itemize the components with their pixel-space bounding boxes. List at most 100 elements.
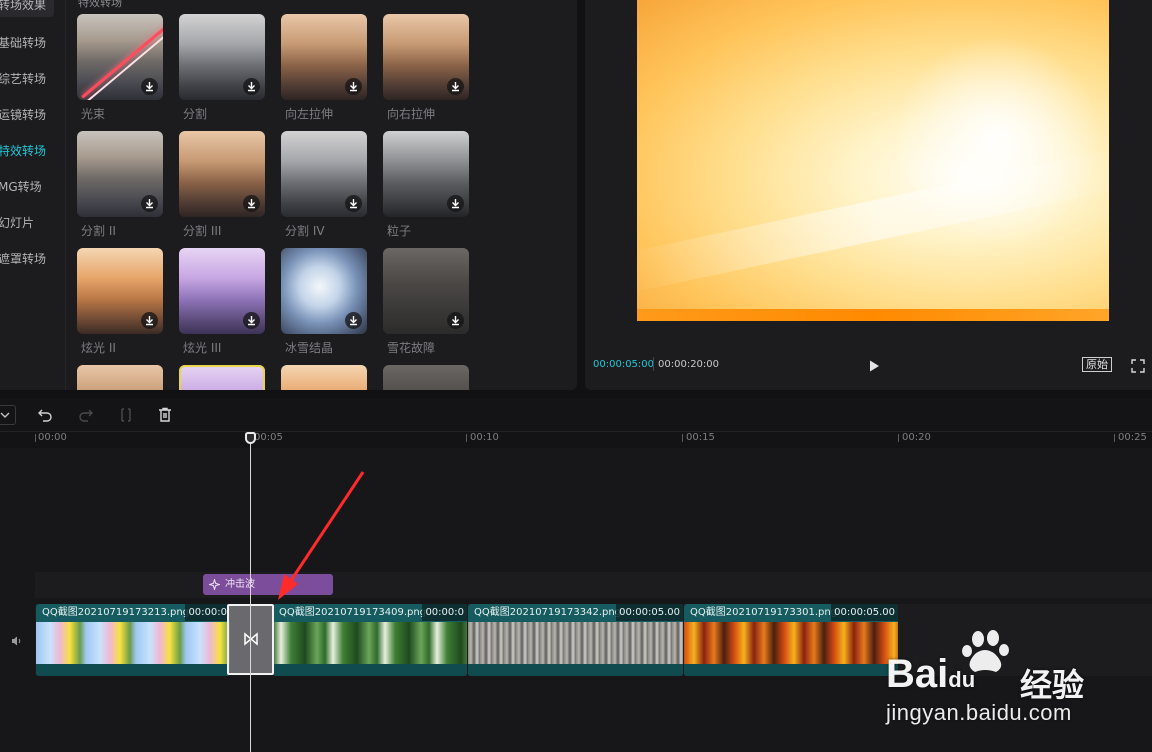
clip-duration: 00:00:05.00	[616, 604, 683, 621]
playhead-line[interactable]	[250, 432, 251, 752]
watermark-brand: Baidu	[886, 652, 975, 697]
category-camera[interactable]: 运镜转场	[0, 103, 66, 127]
transition-thumb-split-4[interactable]	[281, 131, 367, 217]
category-variety[interactable]: 综艺转场	[0, 67, 66, 91]
fullscreen-icon	[1131, 359, 1145, 373]
video-clip[interactable]: QQ截图20210719173409.png 00:00:0	[273, 604, 467, 676]
category-slideshow[interactable]: 幻灯片	[0, 211, 66, 235]
transition-thumb-particles[interactable]	[383, 131, 469, 217]
playhead-handle[interactable]	[245, 432, 256, 444]
transition-thumb-glare-2[interactable]	[77, 248, 163, 334]
play-button[interactable]	[867, 358, 881, 372]
transition-thumb[interactable]	[179, 365, 265, 390]
transition-thumb-glare-3[interactable]	[179, 248, 265, 334]
fullscreen-button[interactable]	[1131, 358, 1145, 373]
chevron-down-icon	[0, 412, 10, 418]
transition-label: 分割	[183, 107, 208, 121]
download-icon[interactable]	[447, 78, 464, 95]
download-icon[interactable]	[141, 312, 158, 329]
clip-duration: 00:00:05.00	[831, 604, 898, 621]
timeline-ruler[interactable]: 00:00 00:05 00:10 00:15 00:20 00:25	[0, 432, 1152, 448]
category-effects[interactable]: 特效转场	[0, 139, 66, 163]
transition-label: 炫光 II	[81, 341, 116, 355]
clip-frames	[273, 622, 467, 664]
delete-button[interactable]	[156, 406, 174, 424]
watermark-bai: Bai	[886, 652, 949, 696]
ruler-label: 00:20	[902, 432, 931, 443]
ruler-label: 00:00	[38, 432, 67, 443]
video-clip[interactable]: QQ截图20210719173301.png 00:00:05.00	[684, 604, 898, 676]
track-audio-button[interactable]	[10, 633, 24, 647]
ruler-tick	[466, 434, 467, 442]
transition-thumb-split-2[interactable]	[77, 131, 163, 217]
transition-label: 冰雪结晶	[285, 341, 334, 355]
watermark-du: du	[948, 667, 976, 692]
split-button[interactable]	[117, 406, 135, 424]
download-icon[interactable]	[345, 195, 362, 212]
transition-label: 炫光 III	[183, 341, 222, 355]
undo-button[interactable]	[36, 406, 54, 424]
transition-thumb[interactable]	[77, 365, 163, 390]
download-icon[interactable]	[243, 78, 260, 95]
transition-thumb-beam[interactable]	[77, 14, 163, 100]
transition-thumb-split[interactable]	[179, 14, 265, 100]
clip-footer	[684, 664, 898, 676]
transition-label: 向右拉伸	[387, 107, 436, 121]
bowtie-icon	[244, 632, 258, 646]
redo-button[interactable]	[77, 406, 95, 424]
transition-label: 光束	[81, 107, 106, 121]
transition-thumb-ice-crystal[interactable]	[281, 248, 367, 334]
layout-dropdown[interactable]	[0, 405, 16, 425]
transition-thumb[interactable]	[383, 365, 469, 390]
category-basic[interactable]: 基础转场	[0, 31, 66, 55]
transition-thumb-stretch-right[interactable]	[383, 14, 469, 100]
category-transitions[interactable]: 转场效果	[0, 0, 54, 17]
preview-canvas	[637, 0, 1109, 321]
clip-frames	[36, 622, 230, 664]
redo-icon	[79, 409, 93, 422]
category-mask[interactable]: 遮罩转场	[0, 247, 66, 271]
clip-footer	[273, 664, 467, 676]
effect-clip[interactable]: 冲击波	[203, 574, 333, 595]
transition-panel: 转场效果 基础转场 综艺转场 运镜转场 特效转场 MG转场 幻灯片 遮罩转场 特…	[0, 0, 577, 390]
transition-thumb-stretch-left[interactable]	[281, 14, 367, 100]
sparkle-icon	[209, 579, 220, 590]
transition-label: 雪花故障	[387, 341, 436, 355]
transition-label: 分割 III	[183, 224, 222, 238]
current-time: 00:00:05:00	[593, 359, 655, 370]
ratio-button[interactable]: 原始	[1082, 357, 1112, 372]
clip-frames	[468, 622, 683, 664]
transition-label: 向左拉伸	[285, 107, 334, 121]
download-icon[interactable]	[141, 195, 158, 212]
trash-icon	[159, 407, 171, 422]
transition-thumb-split-3[interactable]	[179, 131, 265, 217]
download-icon[interactable]	[243, 195, 260, 212]
category-mg[interactable]: MG转场	[0, 175, 66, 199]
download-icon[interactable]	[345, 78, 362, 95]
download-icon[interactable]	[243, 312, 260, 329]
download-icon[interactable]	[447, 312, 464, 329]
preview-panel	[585, 0, 1152, 390]
ruler-label: 00:10	[470, 432, 499, 443]
ruler-tick	[898, 434, 899, 442]
download-icon[interactable]	[345, 312, 362, 329]
video-clip[interactable]: QQ截图20210719173213.png 00:00:0	[36, 604, 230, 676]
time-divider	[653, 357, 654, 371]
transition-label: 分割 IV	[285, 224, 325, 238]
transition-thumb-snow-glitch[interactable]	[383, 248, 469, 334]
ruler-label: 00:05	[254, 432, 283, 443]
canvas-edge	[637, 309, 1109, 321]
transition-label: 粒子	[387, 224, 412, 238]
editor-top: 转场效果 基础转场 综艺转场 运镜转场 特效转场 MG转场 幻灯片 遮罩转场 特…	[0, 0, 1152, 392]
video-clip[interactable]: QQ截图20210719173342.png 00:00:05.00	[468, 604, 683, 676]
ruler-label: 00:15	[686, 432, 715, 443]
download-icon[interactable]	[141, 78, 158, 95]
clip-footer	[468, 664, 683, 676]
watermark-url: jingyan.baidu.com	[886, 700, 1072, 725]
transition-thumb[interactable]	[281, 365, 367, 390]
clip-duration: 00:00:0	[185, 604, 230, 621]
speaker-icon	[12, 636, 21, 646]
ruler-tick	[35, 434, 36, 442]
download-icon[interactable]	[447, 195, 464, 212]
ruler-tick	[682, 434, 683, 442]
